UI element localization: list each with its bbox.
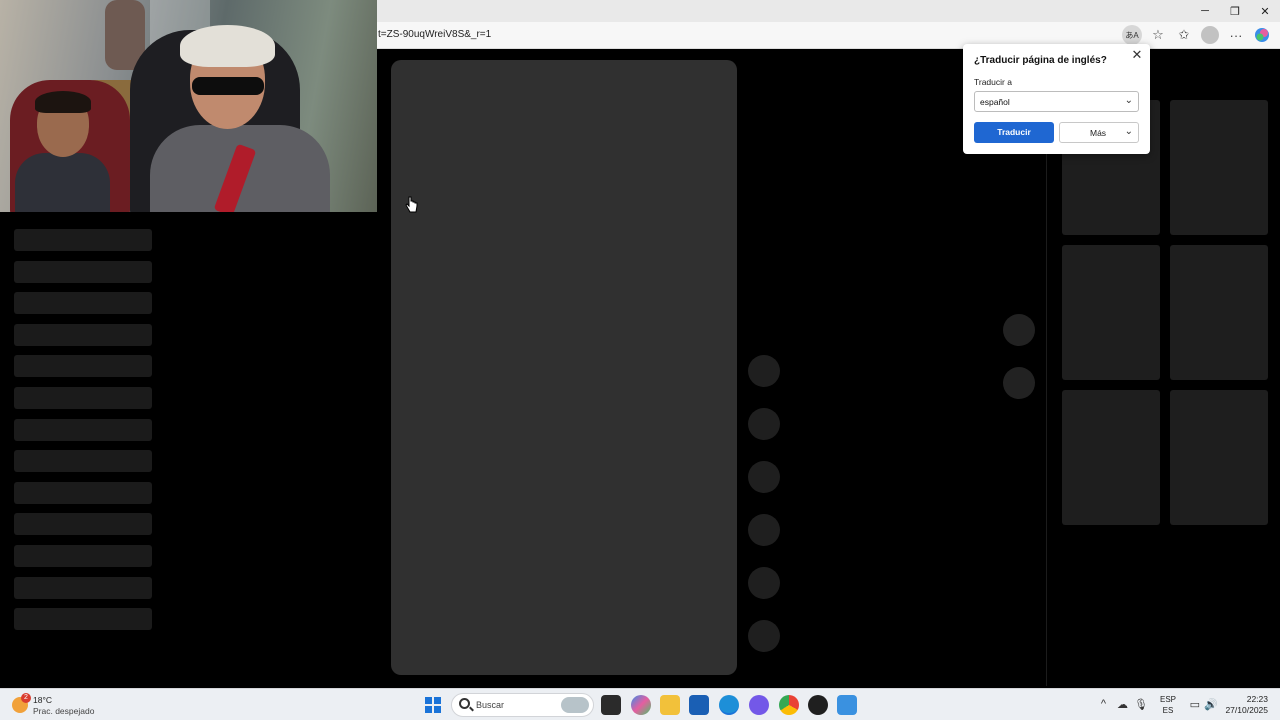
task-view-icon[interactable] xyxy=(601,695,621,715)
weather-temperature: 18°C xyxy=(33,695,52,705)
webcam-person-right xyxy=(150,25,330,212)
skeleton-item xyxy=(14,513,152,536)
chevron-down-icon: ⌄ xyxy=(1124,95,1133,106)
language-indicator[interactable]: ESP ES xyxy=(1157,694,1179,716)
language-select-value: español xyxy=(980,97,1010,107)
file-explorer-icon[interactable] xyxy=(660,695,680,715)
video-placeholder-card[interactable] xyxy=(391,60,737,675)
language-region: ES xyxy=(1162,706,1174,715)
translate-popup: ¿Traducir página de inglés? ✕ Traducir a… xyxy=(963,44,1150,154)
chevron-up-icon[interactable]: ^ xyxy=(1101,698,1106,710)
windows-start-icon[interactable] xyxy=(425,697,441,713)
more-icon[interactable]: ··· xyxy=(1226,25,1246,45)
profile-button[interactable] xyxy=(1200,25,1220,45)
copilot-icon[interactable] xyxy=(1252,25,1272,45)
left-sidebar-skeleton xyxy=(14,229,152,640)
skeleton-item xyxy=(14,576,152,599)
grid-tile-skeleton[interactable] xyxy=(1062,390,1160,525)
skeleton-item xyxy=(14,608,152,631)
action-button-skeleton[interactable] xyxy=(748,567,780,599)
right-grid-skeleton xyxy=(1062,100,1268,525)
window-controls: ─ ❐ ✕ xyxy=(1190,0,1280,22)
nav-up-button-skeleton[interactable] xyxy=(1003,314,1035,346)
search-icon xyxy=(459,698,470,709)
search-highlight-image xyxy=(561,697,589,713)
favorites-icon[interactable]: ✩ xyxy=(1174,25,1194,45)
clock-time: 22:23 xyxy=(1246,694,1268,704)
webcam-overlay xyxy=(0,0,377,212)
profile-icon xyxy=(1201,26,1219,44)
language-select[interactable]: español ⌄ xyxy=(974,91,1139,112)
close-window-button[interactable]: ✕ xyxy=(1250,0,1280,22)
star-icon[interactable]: ☆ xyxy=(1148,25,1168,45)
grid-tile-skeleton[interactable] xyxy=(1170,245,1268,380)
skeleton-item xyxy=(14,323,152,346)
grid-tile-skeleton[interactable] xyxy=(1170,390,1268,525)
screen: ─ ❐ ✕ t=ZS-90uqWreiV8S&_r=1 あA ☆ ✩ ··· ¿… xyxy=(0,0,1280,720)
discord-icon[interactable] xyxy=(749,695,769,715)
store-icon[interactable] xyxy=(689,695,709,715)
sunglasses xyxy=(192,77,264,95)
clock[interactable]: 22:23 27/10/2025 xyxy=(1225,694,1268,716)
browser-toolbar: あA ☆ ✩ ··· xyxy=(1122,25,1272,45)
chrome-icon[interactable] xyxy=(779,695,799,715)
skeleton-item xyxy=(14,355,152,378)
clock-date: 27/10/2025 xyxy=(1225,705,1268,715)
network-icon[interactable]: ▭ xyxy=(1190,698,1200,711)
more-options-label: Más xyxy=(1090,128,1107,138)
weather-widget[interactable]: 2 18°C Prac. despejado xyxy=(10,692,100,718)
translate-icon[interactable]: あA xyxy=(1122,25,1142,45)
translate-button[interactable]: Traducir xyxy=(974,122,1054,143)
action-button-skeleton[interactable] xyxy=(748,461,780,493)
hand-cursor-icon xyxy=(405,196,418,213)
nav-down-button-skeleton[interactable] xyxy=(1003,367,1035,399)
action-buttons-skeleton xyxy=(748,355,780,673)
edge-browser-icon[interactable] xyxy=(719,695,739,715)
person-hair xyxy=(35,91,91,113)
volume-icon[interactable]: 🔊 xyxy=(1204,698,1218,711)
action-button-skeleton[interactable] xyxy=(748,408,780,440)
copilot-app-icon[interactable] xyxy=(631,695,651,715)
notification-badge: 2 xyxy=(21,693,31,703)
person-hair xyxy=(180,25,275,67)
url-text[interactable]: t=ZS-90uqWreiV8S&_r=1 xyxy=(378,29,491,40)
cloud-icon[interactable]: ☁ xyxy=(1117,698,1128,711)
taskbar-search[interactable]: Buscar xyxy=(451,693,594,717)
skeleton-item xyxy=(14,418,152,441)
person-body xyxy=(15,153,110,212)
taskbar: 2 18°C Prac. despejado Buscar ^ ☁ 🎙 ESP … xyxy=(0,688,1280,720)
translate-popup-title: ¿Traducir página de inglés? xyxy=(974,55,1107,66)
language-code: ESP xyxy=(1159,695,1176,704)
close-icon[interactable]: ✕ xyxy=(1130,48,1144,62)
action-button-skeleton[interactable] xyxy=(748,514,780,546)
translate-target-label: Traducir a xyxy=(974,77,1012,87)
action-button-skeleton[interactable] xyxy=(748,620,780,652)
skeleton-item xyxy=(14,544,152,567)
search-placeholder: Buscar xyxy=(476,700,505,710)
restore-button[interactable]: ❐ xyxy=(1220,0,1250,22)
skeleton-item xyxy=(14,229,152,251)
microphone-icon[interactable]: 🎙 xyxy=(1134,698,1148,711)
obs-icon[interactable] xyxy=(808,695,828,715)
more-options-button[interactable]: Más ⌄ xyxy=(1059,122,1139,143)
weather-description: Prac. despejado xyxy=(33,706,95,716)
webcam-person-left xyxy=(15,91,110,212)
skeleton-item xyxy=(14,386,152,409)
action-button-skeleton[interactable] xyxy=(748,355,780,387)
skeleton-item xyxy=(14,481,152,504)
skeleton-item xyxy=(14,292,152,315)
grid-tile-skeleton[interactable] xyxy=(1062,245,1160,380)
photos-icon[interactable] xyxy=(837,695,857,715)
skeleton-item xyxy=(14,260,152,283)
grid-tile-skeleton[interactable] xyxy=(1170,100,1268,235)
chevron-down-icon: ⌄ xyxy=(1124,126,1133,137)
minimize-button[interactable]: ─ xyxy=(1190,0,1220,22)
skeleton-item xyxy=(14,450,152,473)
